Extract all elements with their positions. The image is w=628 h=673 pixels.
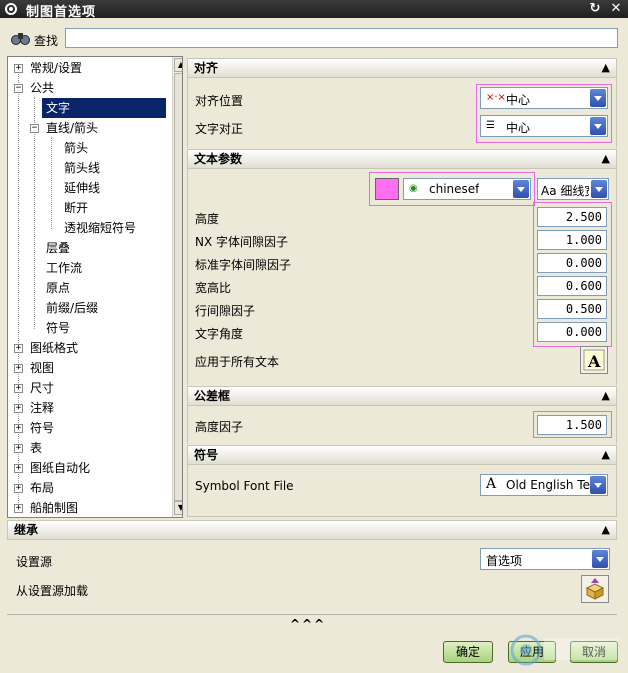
tree-item-drawing-automation[interactable]: + 图纸自动化	[8, 458, 171, 478]
gear-icon[interactable]	[3, 1, 19, 17]
tree-item-prefix-suffix[interactable]: 前缀/后缀	[8, 298, 171, 318]
scroll-thumb[interactable]	[174, 73, 182, 501]
search-bar: 查找	[0, 24, 628, 54]
tree-item-line-arrow[interactable]: − 直线/箭头	[8, 118, 171, 138]
chevron-down-icon[interactable]	[591, 180, 607, 198]
chevron-down-icon[interactable]	[590, 89, 606, 107]
tree-scrollbar[interactable]: ▲ ▼	[172, 57, 182, 517]
tree-item-symbol[interactable]: + 符号	[8, 418, 171, 438]
symbol-font-file-label: Symbol Font File	[195, 479, 294, 493]
scroll-up-icon[interactable]: ▲	[174, 58, 182, 72]
tree-item-drawing-format[interactable]: + 图纸格式	[8, 338, 171, 358]
chevron-down-icon[interactable]	[590, 476, 606, 494]
tree-item-general[interactable]: + 常规/设置	[8, 58, 171, 78]
tree-item-stacking[interactable]: 层叠	[8, 238, 171, 258]
inherit-section-header[interactable]: 继承 ▲	[7, 520, 617, 540]
chevron-down-icon[interactable]	[513, 180, 529, 198]
symbol-section: Symbol Font File A Old English Tex	[187, 465, 617, 517]
text-a-icon: A	[583, 349, 605, 371]
height-label: 高度	[195, 212, 220, 226]
tree-item-foreshortening[interactable]: 透视缩短符号	[8, 218, 171, 238]
font-icon: ◉	[409, 183, 418, 194]
align-position-label: 对齐位置	[195, 94, 244, 108]
tree-item-dimension[interactable]: + 尺寸	[8, 378, 171, 398]
reset-icon[interactable]: ↻	[587, 1, 603, 17]
chevron-down-icon[interactable]	[590, 117, 606, 135]
collapse-icon[interactable]: ▲	[602, 59, 610, 77]
line-spacing-label: 行间隙因子	[195, 304, 256, 318]
tree-item-origin[interactable]: 原点	[8, 278, 171, 298]
std-char-spacing-input[interactable]: 0.000	[537, 253, 607, 273]
height-factor-label: 高度因子	[195, 420, 244, 434]
tree-item-common[interactable]: − 公共	[8, 78, 171, 98]
tree-item-workflow[interactable]: 工作流	[8, 258, 171, 278]
symbol-font-select[interactable]: A Old English Tex	[480, 474, 608, 496]
tree-item-symbol-sub[interactable]: 符号	[8, 318, 171, 338]
collapse-icon[interactable]: ▲	[602, 387, 610, 405]
binoculars-icon	[11, 33, 30, 45]
scroll-down-icon[interactable]: ▼	[174, 501, 182, 515]
ok-button[interactable]: 确定	[443, 641, 493, 663]
apply-all-text-button[interactable]: A	[580, 346, 608, 374]
text-params-section-header[interactable]: 文本参数 ▲	[187, 149, 617, 169]
text-color-swatch[interactable]	[375, 178, 399, 200]
text-angle-input[interactable]: 0.000	[537, 322, 607, 342]
tree-item-view[interactable]: + 视图	[8, 358, 171, 378]
align-position-select[interactable]: ×·× 中心	[480, 87, 608, 109]
window-title: 制图首选项	[26, 5, 97, 20]
collapse-icon[interactable]: ▲	[602, 521, 610, 539]
nx-char-spacing-label: NX 字体间隙因子	[195, 235, 289, 249]
align-section: 对齐位置 ×·× 中心 文字对正 ☰ 中心	[187, 78, 617, 148]
std-char-spacing-label: 标准字体间隙因子	[195, 258, 292, 272]
settings-source-label: 设置源	[16, 555, 53, 569]
site-logo-watermark	[510, 634, 618, 666]
text-params-section: ◉ chinesef Aa 细线宽 高度 2.500 NX 字体间隙因子 1.0…	[187, 169, 617, 385]
font-a-icon: A	[486, 476, 497, 492]
align-center-icon: ×·×	[486, 92, 506, 103]
load-box-icon	[585, 578, 605, 600]
close-icon[interactable]: ✕	[608, 1, 624, 17]
tree-item-arrow-line[interactable]: 箭头线	[8, 158, 171, 178]
tree-item-table[interactable]: + 表	[8, 438, 171, 458]
tolerance-section-header[interactable]: 公差框 ▲	[187, 386, 617, 406]
tolerance-section: 高度因子 1.500	[187, 406, 617, 444]
aspect-ratio-input[interactable]: 0.600	[537, 276, 607, 296]
line-spacing-input[interactable]: 0.500	[537, 299, 607, 319]
line-width-select[interactable]: Aa 细线宽	[537, 178, 609, 200]
tree-item-annotation[interactable]: + 注释	[8, 398, 171, 418]
load-from-source-label: 从设置源加载	[16, 584, 89, 598]
justify-center-icon: ☰	[486, 120, 495, 131]
chevron-down-icon[interactable]	[592, 550, 608, 568]
divider	[7, 614, 617, 615]
tree-item-layout[interactable]: + 布局	[8, 478, 171, 498]
search-input[interactable]	[65, 28, 618, 48]
title-bar: 制图首选项 ↻ ✕	[0, 0, 628, 20]
settings-source-select[interactable]: 首选项	[480, 548, 610, 570]
align-section-header[interactable]: 对齐 ▲	[187, 58, 617, 78]
collapse-icon[interactable]: ▲	[602, 446, 610, 464]
tree-item-ship-drafting[interactable]: + 船舶制图	[8, 498, 171, 517]
collapse-icon[interactable]: ▲	[602, 150, 610, 168]
text-angle-label: 文字角度	[195, 327, 244, 341]
apply-all-label: 应用于所有文本	[195, 355, 280, 369]
preferences-tree: + 常规/设置 − 公共 文字 − 直线/箭头 箭头 箭头线 延伸线 断开 透视…	[7, 56, 183, 518]
font-select[interactable]: ◉ chinesef	[403, 178, 531, 200]
text-justify-label: 文字对正	[195, 122, 244, 136]
search-label: 查找	[34, 34, 59, 48]
svg-text:A: A	[587, 352, 601, 371]
tree-item-break[interactable]: 断开	[8, 198, 171, 218]
nx-char-spacing-input[interactable]: 1.000	[537, 230, 607, 250]
tree-item-extension-line[interactable]: 延伸线	[8, 178, 171, 198]
tree-item-arrow[interactable]: 箭头	[8, 138, 171, 158]
symbol-section-header[interactable]: 符号 ▲	[187, 445, 617, 465]
load-from-source-button[interactable]	[581, 575, 609, 603]
text-justify-select[interactable]: ☰ 中心	[480, 115, 608, 137]
height-factor-input[interactable]: 1.500	[537, 415, 607, 435]
expand-more-icon[interactable]: ^^^	[290, 617, 326, 631]
height-input[interactable]: 2.500	[537, 207, 607, 227]
aspect-ratio-label: 宽高比	[195, 281, 232, 295]
tree-item-text[interactable]: 文字	[8, 98, 171, 118]
